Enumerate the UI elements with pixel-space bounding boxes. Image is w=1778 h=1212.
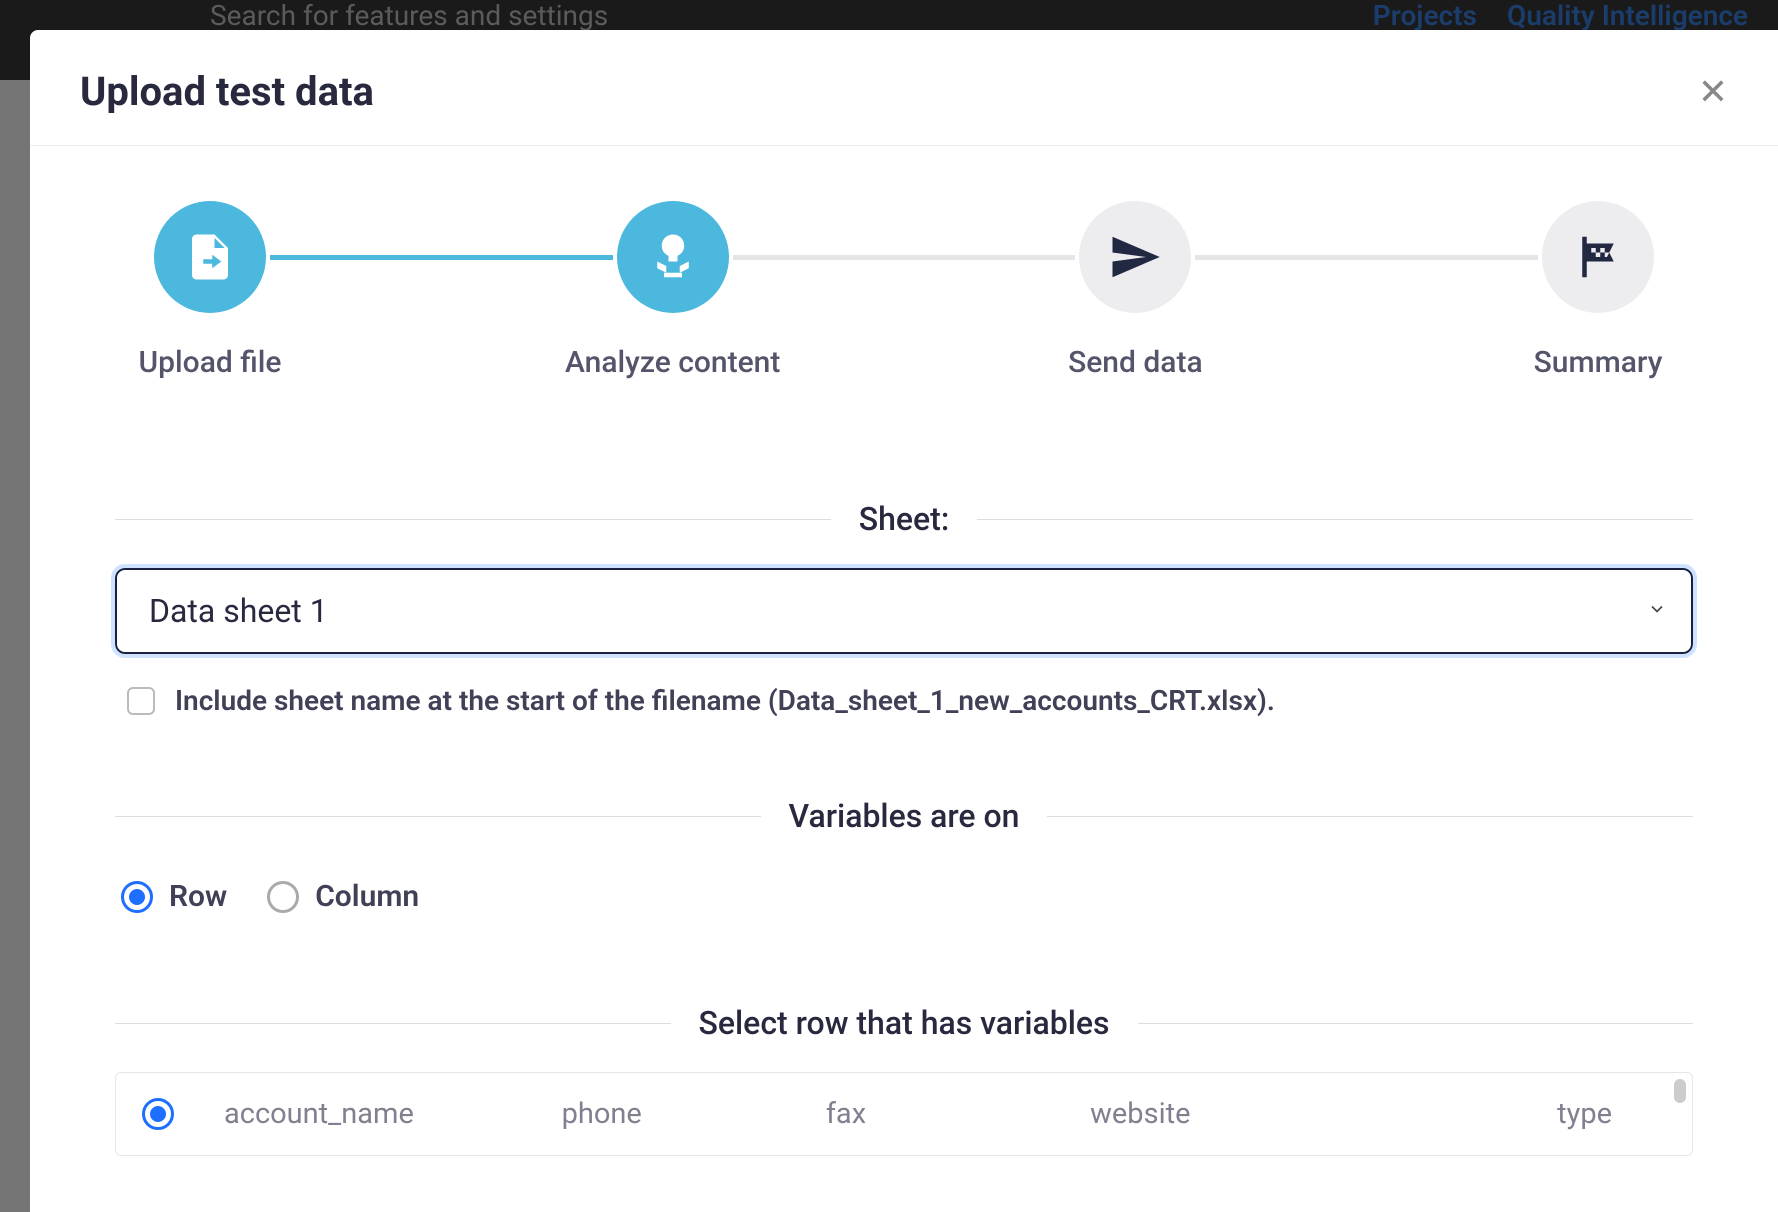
backdrop-search-text: Search for features and settings bbox=[210, 0, 608, 32]
include-sheet-name-label: Include sheet name at the start of the f… bbox=[175, 684, 1275, 717]
file-import-icon bbox=[154, 201, 266, 313]
table-row[interactable]: account_name phone fax website type bbox=[116, 1073, 1692, 1155]
radio-icon bbox=[267, 881, 299, 913]
step-connector bbox=[270, 255, 613, 260]
modal-header: Upload test data ✕ bbox=[30, 30, 1778, 146]
variable-row-table: account_name phone fax website type bbox=[115, 1072, 1693, 1156]
step-label: Send data bbox=[1068, 345, 1203, 380]
step-label: Summary bbox=[1534, 345, 1663, 380]
cell-website: website bbox=[1090, 1097, 1408, 1131]
sheet-select-value: Data sheet 1 bbox=[117, 570, 1691, 652]
radio-icon bbox=[121, 881, 153, 913]
include-sheet-name-row[interactable]: Include sheet name at the start of the f… bbox=[115, 684, 1693, 717]
step-connector bbox=[733, 255, 1076, 260]
step-send-data[interactable]: Send data bbox=[1075, 201, 1195, 380]
radio-icon[interactable] bbox=[142, 1098, 174, 1130]
step-summary[interactable]: Summary bbox=[1538, 201, 1658, 380]
checkered-flag-icon bbox=[1542, 201, 1654, 313]
variables-section-label: Variables are on bbox=[761, 797, 1048, 835]
step-label: Analyze content bbox=[565, 345, 780, 380]
nav-quality-intelligence[interactable]: Quality Intelligence bbox=[1507, 0, 1748, 32]
cell-account-name: account_name bbox=[224, 1097, 542, 1131]
stepper: Upload file Analyze content Send data Su… bbox=[30, 146, 1778, 420]
sheet-section-header: Sheet: bbox=[115, 500, 1693, 538]
radio-column-option[interactable]: Column bbox=[267, 879, 419, 914]
cell-phone: phone bbox=[562, 1097, 806, 1131]
radio-row-option[interactable]: Row bbox=[121, 879, 227, 914]
cell-fax: fax bbox=[826, 1097, 1070, 1131]
modal-title: Upload test data bbox=[80, 68, 374, 115]
variables-orientation-radios: Row Column bbox=[115, 865, 1693, 924]
include-sheet-name-checkbox[interactable] bbox=[127, 687, 155, 715]
cell-type: type bbox=[1428, 1097, 1672, 1131]
radio-row-label: Row bbox=[169, 879, 227, 914]
modal-body: Sheet: Data sheet 1 Include sheet name a… bbox=[30, 420, 1778, 1212]
sheet-section-label: Sheet: bbox=[831, 500, 978, 538]
close-icon[interactable]: ✕ bbox=[1698, 74, 1728, 110]
backdrop-header: Search for features and settings Project… bbox=[0, 0, 1778, 30]
select-row-section-header: Select row that has variables bbox=[115, 1004, 1693, 1042]
upload-test-data-modal: Upload test data ✕ Upload file Analyze c… bbox=[30, 30, 1778, 1212]
table-scrollbar[interactable] bbox=[1674, 1079, 1686, 1103]
backdrop-nav: Projects Quality Intelligence bbox=[1373, 0, 1748, 32]
nav-projects[interactable]: Projects bbox=[1373, 0, 1477, 32]
paper-plane-icon bbox=[1079, 201, 1191, 313]
analyze-icon bbox=[617, 201, 729, 313]
sheet-select[interactable]: Data sheet 1 bbox=[115, 568, 1693, 654]
table-row-cells: account_name phone fax website type bbox=[224, 1097, 1672, 1131]
step-analyze-content[interactable]: Analyze content bbox=[613, 201, 733, 380]
select-row-section-label: Select row that has variables bbox=[671, 1004, 1138, 1042]
radio-column-label: Column bbox=[315, 879, 419, 914]
step-connector bbox=[1195, 255, 1538, 260]
variables-section-header: Variables are on bbox=[115, 797, 1693, 835]
backdrop-left-pane bbox=[0, 80, 30, 1212]
step-upload-file[interactable]: Upload file bbox=[150, 201, 270, 380]
step-label: Upload file bbox=[139, 345, 282, 380]
